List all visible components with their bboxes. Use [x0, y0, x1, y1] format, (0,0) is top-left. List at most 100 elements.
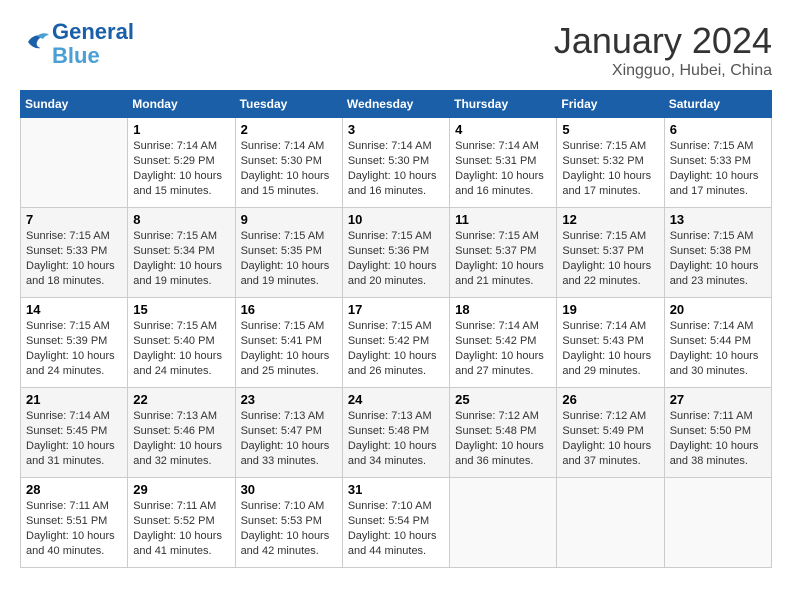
day-info: Sunrise: 7:14 AM Sunset: 5:44 PM Dayligh… [670, 319, 766, 378]
calendar-cell: 4 Sunrise: 7:14 AM Sunset: 5:31 PM Daylig… [450, 118, 557, 208]
calendar-cell: 10 Sunrise: 7:15 AM Sunset: 5:36 PM Dayli… [342, 208, 449, 298]
logo-text: General Blue [52, 20, 134, 68]
day-number: 25 [455, 392, 551, 407]
title-block: January 2024 Xingguo, Hubei, China [554, 20, 772, 80]
day-info: Sunrise: 7:15 AM Sunset: 5:36 PM Dayligh… [348, 229, 444, 288]
calendar-cell: 22 Sunrise: 7:13 AM Sunset: 5:46 PM Dayli… [128, 388, 235, 478]
calendar-week-row: 7 Sunrise: 7:15 AM Sunset: 5:33 PM Daylig… [21, 208, 772, 298]
day-info: Sunrise: 7:12 AM Sunset: 5:48 PM Dayligh… [455, 409, 551, 468]
calendar-cell: 30Sunrise: 7:10 AM Sunset: 5:53 PM Dayli… [235, 478, 342, 568]
day-number: 12 [562, 212, 658, 227]
day-info: Sunrise: 7:15 AM Sunset: 5:40 PM Dayligh… [133, 319, 229, 378]
day-info: Sunrise: 7:10 AM Sunset: 5:53 PM Dayligh… [241, 499, 337, 558]
calendar-cell: 21Sunrise: 7:14 AM Sunset: 5:45 PM Dayli… [21, 388, 128, 478]
calendar-cell: 16 Sunrise: 7:15 AM Sunset: 5:41 PM Dayli… [235, 298, 342, 388]
day-number: 23 [241, 392, 337, 407]
logo-icon [22, 27, 52, 57]
day-info: Sunrise: 7:13 AM Sunset: 5:47 PM Dayligh… [241, 409, 337, 468]
calendar-cell: 1 Sunrise: 7:14 AM Sunset: 5:29 PM Daylig… [128, 118, 235, 208]
day-info: Sunrise: 7:13 AM Sunset: 5:46 PM Dayligh… [133, 409, 229, 468]
calendar-cell: 19 Sunrise: 7:14 AM Sunset: 5:43 PM Dayli… [557, 298, 664, 388]
day-info: Sunrise: 7:11 AM Sunset: 5:51 PM Dayligh… [26, 499, 122, 558]
calendar-cell: 11 Sunrise: 7:15 AM Sunset: 5:37 PM Dayli… [450, 208, 557, 298]
calendar-cell: 18Sunrise: 7:14 AM Sunset: 5:42 PM Dayli… [450, 298, 557, 388]
day-number: 6 [670, 122, 766, 137]
calendar-cell: 14 Sunrise: 7:15 AM Sunset: 5:39 PM Dayli… [21, 298, 128, 388]
day-number: 26 [562, 392, 658, 407]
calendar-cell: 2 Sunrise: 7:14 AM Sunset: 5:30 PM Daylig… [235, 118, 342, 208]
calendar-week-row: 21Sunrise: 7:14 AM Sunset: 5:45 PM Dayli… [21, 388, 772, 478]
weekday-header: Saturday [664, 91, 771, 118]
day-info: Sunrise: 7:14 AM Sunset: 5:30 PM Dayligh… [348, 139, 444, 198]
calendar-week-row: 1 Sunrise: 7:14 AM Sunset: 5:29 PM Daylig… [21, 118, 772, 208]
day-info: Sunrise: 7:14 AM Sunset: 5:43 PM Dayligh… [562, 319, 658, 378]
calendar-cell: 15Sunrise: 7:15 AM Sunset: 5:40 PM Dayli… [128, 298, 235, 388]
day-info: Sunrise: 7:15 AM Sunset: 5:42 PM Dayligh… [348, 319, 444, 378]
day-info: Sunrise: 7:15 AM Sunset: 5:39 PM Dayligh… [26, 319, 122, 378]
calendar-cell: 29 Sunrise: 7:11 AM Sunset: 5:52 PM Dayli… [128, 478, 235, 568]
day-number: 5 [562, 122, 658, 137]
day-info: Sunrise: 7:15 AM Sunset: 5:37 PM Dayligh… [562, 229, 658, 288]
day-number: 8 [133, 212, 229, 227]
day-number: 22 [133, 392, 229, 407]
calendar-week-row: 28Sunrise: 7:11 AM Sunset: 5:51 PM Dayli… [21, 478, 772, 568]
weekday-header: Monday [128, 91, 235, 118]
day-info: Sunrise: 7:10 AM Sunset: 5:54 PM Dayligh… [348, 499, 444, 558]
day-info: Sunrise: 7:15 AM Sunset: 5:33 PM Dayligh… [670, 139, 766, 198]
day-info: Sunrise: 7:15 AM Sunset: 5:38 PM Dayligh… [670, 229, 766, 288]
calendar-week-row: 14 Sunrise: 7:15 AM Sunset: 5:39 PM Dayli… [21, 298, 772, 388]
day-number: 11 [455, 212, 551, 227]
page-header: General Blue January 2024 Xingguo, Hubei… [20, 20, 772, 80]
calendar-cell: 27 Sunrise: 7:11 AM Sunset: 5:50 PM Dayli… [664, 388, 771, 478]
calendar-cell: 28Sunrise: 7:11 AM Sunset: 5:51 PM Dayli… [21, 478, 128, 568]
day-number: 4 [455, 122, 551, 137]
day-info: Sunrise: 7:11 AM Sunset: 5:52 PM Dayligh… [133, 499, 229, 558]
day-number: 1 [133, 122, 229, 137]
logo: General Blue [20, 20, 134, 68]
day-number: 31 [348, 482, 444, 497]
weekday-header: Wednesday [342, 91, 449, 118]
day-number: 20 [670, 302, 766, 317]
day-number: 3 [348, 122, 444, 137]
calendar-cell: 8Sunrise: 7:15 AM Sunset: 5:34 PM Daylig… [128, 208, 235, 298]
calendar-cell: 26Sunrise: 7:12 AM Sunset: 5:49 PM Dayli… [557, 388, 664, 478]
day-number: 29 [133, 482, 229, 497]
weekday-header: Thursday [450, 91, 557, 118]
day-number: 7 [26, 212, 122, 227]
day-number: 16 [241, 302, 337, 317]
day-info: Sunrise: 7:14 AM Sunset: 5:31 PM Dayligh… [455, 139, 551, 198]
weekday-header: Tuesday [235, 91, 342, 118]
day-info: Sunrise: 7:14 AM Sunset: 5:42 PM Dayligh… [455, 319, 551, 378]
weekday-header-row: SundayMondayTuesdayWednesdayThursdayFrid… [21, 91, 772, 118]
day-info: Sunrise: 7:15 AM Sunset: 5:35 PM Dayligh… [241, 229, 337, 288]
day-number: 13 [670, 212, 766, 227]
day-number: 10 [348, 212, 444, 227]
calendar-cell: 7 Sunrise: 7:15 AM Sunset: 5:33 PM Daylig… [21, 208, 128, 298]
day-info: Sunrise: 7:14 AM Sunset: 5:30 PM Dayligh… [241, 139, 337, 198]
day-info: Sunrise: 7:11 AM Sunset: 5:50 PM Dayligh… [670, 409, 766, 468]
day-number: 27 [670, 392, 766, 407]
calendar-cell [664, 478, 771, 568]
day-number: 21 [26, 392, 122, 407]
day-number: 19 [562, 302, 658, 317]
day-info: Sunrise: 7:15 AM Sunset: 5:41 PM Dayligh… [241, 319, 337, 378]
day-number: 2 [241, 122, 337, 137]
location: Xingguo, Hubei, China [554, 62, 772, 80]
calendar-cell: 17 Sunrise: 7:15 AM Sunset: 5:42 PM Dayli… [342, 298, 449, 388]
calendar-cell: 24Sunrise: 7:13 AM Sunset: 5:48 PM Dayli… [342, 388, 449, 478]
calendar-cell: 20 Sunrise: 7:14 AM Sunset: 5:44 PM Dayli… [664, 298, 771, 388]
weekday-header: Friday [557, 91, 664, 118]
day-number: 14 [26, 302, 122, 317]
calendar-cell: 23 Sunrise: 7:13 AM Sunset: 5:47 PM Dayli… [235, 388, 342, 478]
day-number: 24 [348, 392, 444, 407]
day-info: Sunrise: 7:14 AM Sunset: 5:29 PM Dayligh… [133, 139, 229, 198]
calendar-cell [557, 478, 664, 568]
day-info: Sunrise: 7:15 AM Sunset: 5:37 PM Dayligh… [455, 229, 551, 288]
calendar-cell: 13 Sunrise: 7:15 AM Sunset: 5:38 PM Dayli… [664, 208, 771, 298]
calendar-cell [21, 118, 128, 208]
calendar-cell: 6 Sunrise: 7:15 AM Sunset: 5:33 PM Daylig… [664, 118, 771, 208]
day-info: Sunrise: 7:15 AM Sunset: 5:32 PM Dayligh… [562, 139, 658, 198]
day-info: Sunrise: 7:15 AM Sunset: 5:33 PM Dayligh… [26, 229, 122, 288]
day-number: 17 [348, 302, 444, 317]
month-title: January 2024 [554, 20, 772, 62]
